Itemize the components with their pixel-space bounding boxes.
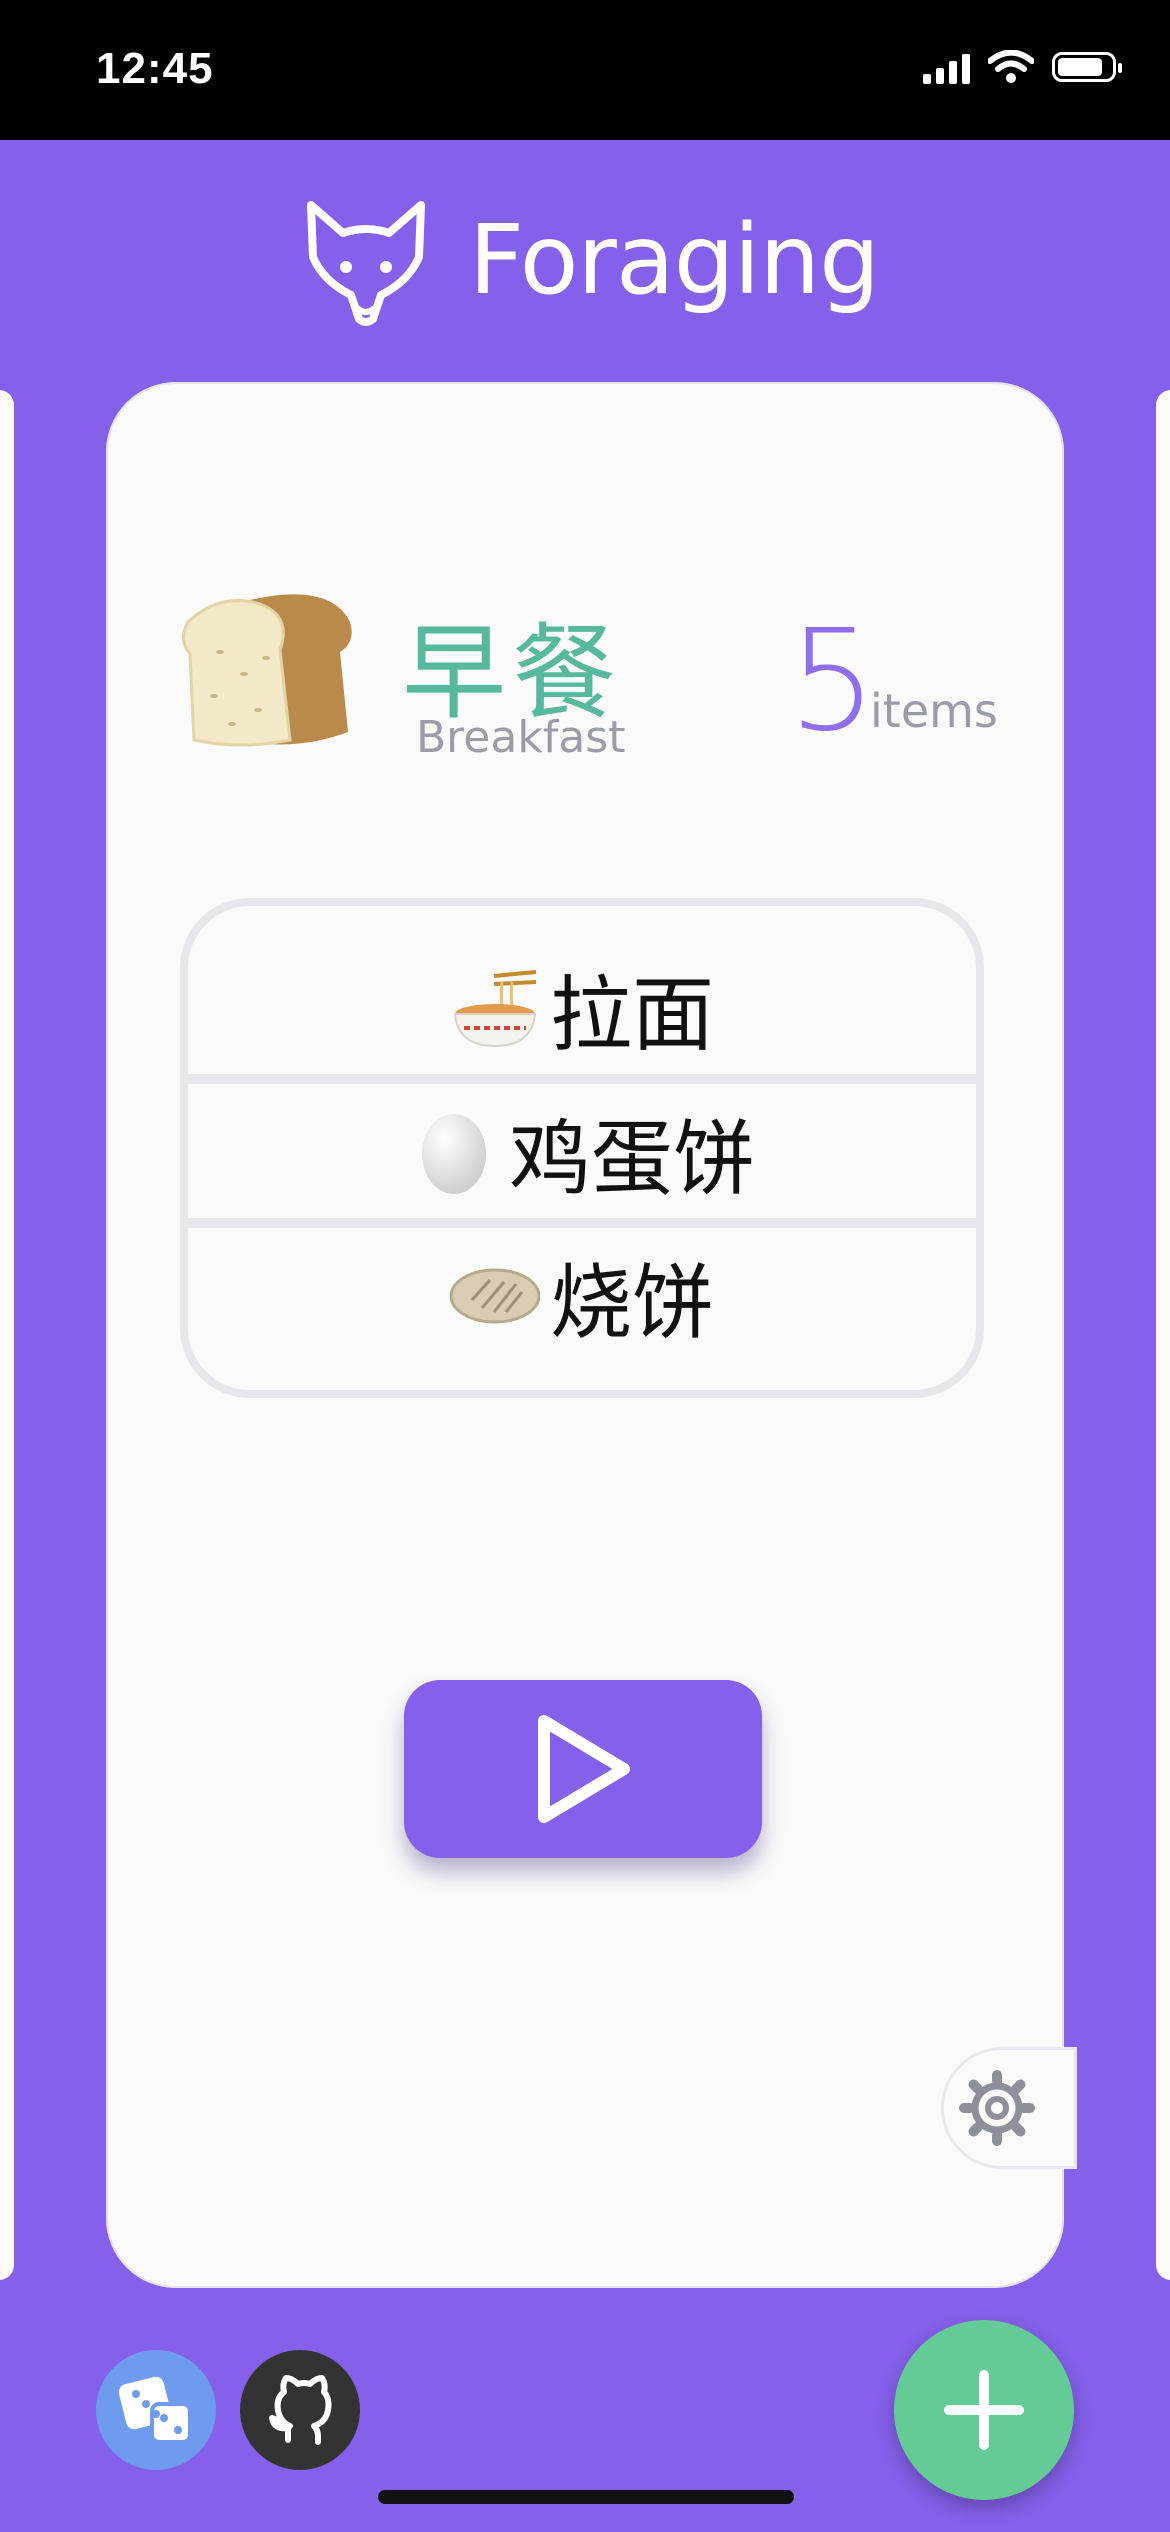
status-time: 12:45 [96,44,214,93]
status-icons [923,50,1122,84]
list-item-label: 鸡蛋饼 [508,1111,755,1207]
gear-icon [959,2070,1035,2146]
list-divider [188,1218,976,1228]
app-title: Foraging [468,204,880,316]
plus-icon [944,2370,1024,2450]
item-count-label: items [870,684,998,738]
list-item-label: 拉面 [549,967,714,1063]
status-bar: 12:45 [0,0,1170,140]
item-count: 5 [788,600,878,763]
github-icon [269,2375,332,2445]
meal-card[interactable]: 早餐 Breakfast 5 items 拉面 鸡蛋饼 烧饼 [106,382,1074,2288]
fox-logo-icon [306,201,425,326]
list-item-label: 烧饼 [549,1255,714,1351]
settings-button[interactable] [944,2050,1074,2166]
bread-icon [182,594,352,747]
food-list: 拉面 鸡蛋饼 烧饼 [180,898,984,1398]
flatbread-icon [449,1268,540,1324]
play-icon [538,1715,630,1823]
home-indicator[interactable] [378,2490,794,2504]
cellular-signal-icon [923,50,970,84]
egg-icon [421,1114,486,1194]
list-item[interactable]: 拉面 [188,940,976,1074]
list-item[interactable]: 烧饼 [188,1228,976,1362]
play-button[interactable] [404,1680,762,1858]
list-item[interactable]: 鸡蛋饼 [188,1084,976,1218]
battery-icon [1052,52,1122,82]
list-divider [188,1074,976,1084]
app-header: Foraging [0,180,1170,340]
previous-card-peek[interactable] [0,390,14,2280]
random-dice-button[interactable] [96,2350,216,2470]
add-button[interactable] [894,2320,1074,2500]
ramen-bowl-icon [453,970,537,1048]
github-button[interactable] [240,2350,360,2470]
meal-name-english: Breakfast [416,712,626,763]
wifi-icon [988,50,1034,83]
next-card-peek[interactable] [1156,390,1170,2280]
dice-icon [118,2376,192,2444]
